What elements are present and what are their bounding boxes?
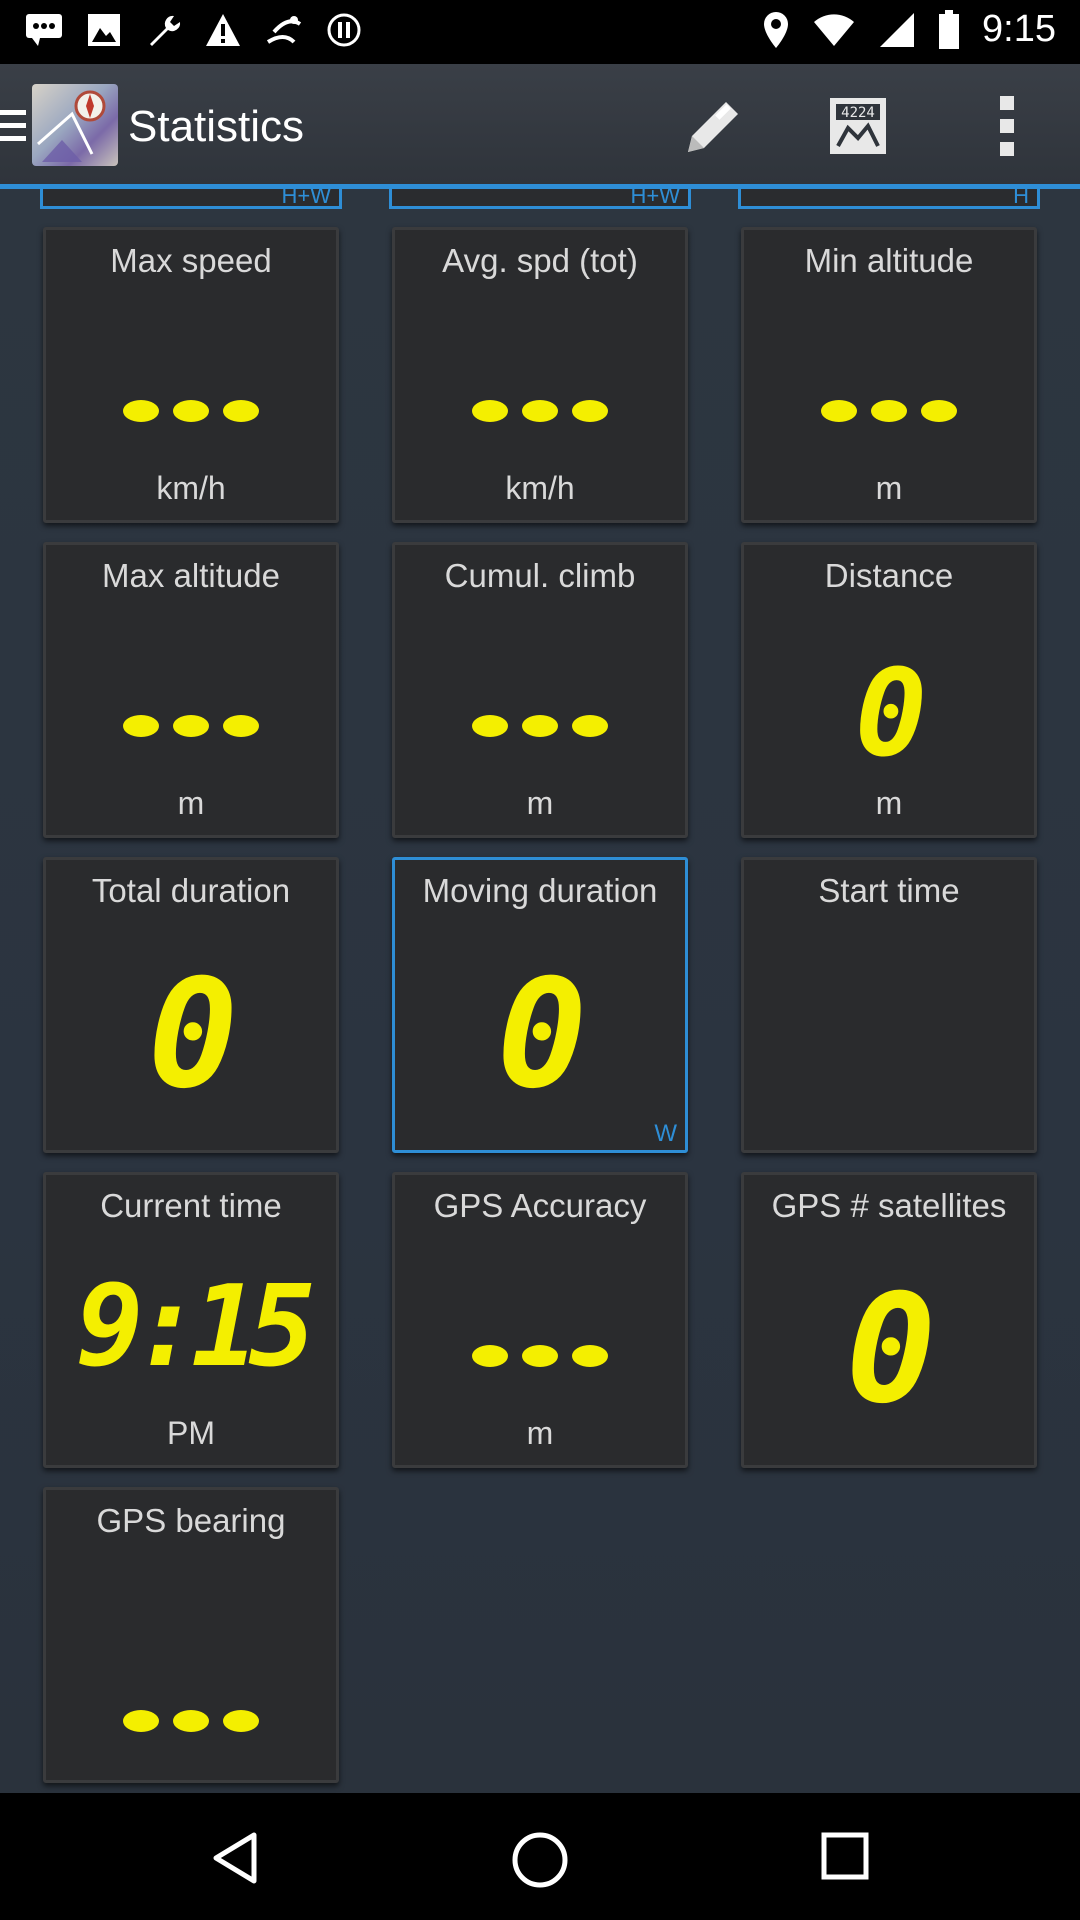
app-logo[interactable]	[32, 84, 118, 166]
no-value-dots	[395, 400, 685, 422]
tile-tag: H+W	[630, 189, 681, 208]
tile-total-duration[interactable]: Total duration 0	[43, 857, 339, 1153]
no-value-dots	[395, 715, 685, 737]
tile-label: Avg. spd (tot)	[442, 242, 638, 279]
tile-label: Min altitude	[804, 242, 974, 279]
wifi-icon	[814, 13, 855, 46]
partial-tile-top[interactable]: H+W	[389, 189, 691, 209]
partial-tile-top[interactable]: H+W	[40, 189, 342, 209]
no-value-dots	[46, 1710, 336, 1732]
tile-tag: H+W	[281, 189, 332, 208]
tile-value: 9:15	[76, 1262, 316, 1392]
tile-label: Current time	[100, 1187, 282, 1224]
tile-unit: km/h	[156, 470, 226, 506]
message-icon	[26, 14, 62, 46]
tile-start-time[interactable]: Start time	[741, 857, 1037, 1153]
system-navigation-bar	[0, 1793, 1080, 1920]
tile-label: Max altitude	[102, 557, 280, 594]
edit-pencil-icon[interactable]	[676, 92, 748, 164]
no-value-dots	[46, 715, 336, 737]
satellite-icon	[266, 16, 302, 44]
status-time: 9:15	[982, 8, 1056, 50]
tile-gps-accuracy[interactable]: GPS Accuracy m	[392, 1172, 688, 1468]
tile-unit: m	[526, 785, 554, 821]
tile-unit: m	[875, 785, 903, 821]
tile-max-altitude[interactable]: Max altitude m	[43, 542, 339, 838]
tile-distance[interactable]: Distance 0 m	[741, 542, 1037, 838]
tile-gps-satellites[interactable]: GPS # satellites 0	[741, 1172, 1037, 1468]
tile-label: Max speed	[110, 242, 272, 279]
location-pin-icon	[764, 11, 789, 48]
warning-icon	[206, 14, 240, 46]
tile-label: Total duration	[91, 872, 291, 909]
tile-tag: H	[1013, 189, 1029, 208]
home-icon[interactable]	[511, 1831, 569, 1889]
partial-tile-top[interactable]: H	[738, 189, 1040, 209]
tile-unit: PM	[167, 1415, 215, 1451]
battery-icon	[939, 9, 960, 49]
tile-value: 0	[845, 1263, 936, 1437]
tile-label: Cumul. climb	[444, 557, 636, 594]
tile-unit: m	[177, 785, 205, 821]
page-title: Statistics	[128, 102, 305, 151]
app-bar: Statistics 4224	[0, 64, 1080, 184]
tile-moving-duration[interactable]: Moving duration 0 W	[392, 857, 688, 1153]
no-value-dots	[744, 400, 1034, 422]
data-icon	[327, 13, 361, 47]
signal-icon	[880, 12, 915, 47]
tile-label: GPS # satellites	[771, 1187, 1007, 1224]
tile-gps-bearing[interactable]: GPS bearing	[43, 1487, 339, 1783]
svg-text:4224: 4224	[841, 105, 875, 121]
tile-unit: km/h	[505, 470, 575, 506]
recents-icon[interactable]	[820, 1831, 870, 1881]
tile-cumul-climb[interactable]: Cumul. climb m	[392, 542, 688, 838]
back-icon[interactable]	[210, 1831, 260, 1885]
tile-label: GPS Accuracy	[433, 1187, 647, 1224]
tile-min-altitude[interactable]: Min altitude m	[741, 227, 1037, 523]
tile-tag: W	[654, 1120, 677, 1147]
tile-label: Distance	[824, 557, 954, 594]
drawer-menu-icon[interactable]	[0, 106, 30, 146]
wrench-icon	[150, 15, 181, 46]
tile-label: Moving duration	[422, 872, 658, 909]
tile-label: GPS bearing	[96, 1502, 286, 1539]
no-value-dots	[46, 400, 336, 422]
tile-label: Start time	[818, 872, 960, 909]
tile-value: 0	[496, 948, 587, 1122]
tile-avg-speed[interactable]: Avg. spd (tot) km/h	[392, 227, 688, 523]
tile-unit: m	[526, 1415, 554, 1451]
tile-max-speed[interactable]: Max speed km/h	[43, 227, 339, 523]
overflow-menu-icon[interactable]	[988, 92, 1028, 160]
no-value-dots	[395, 1345, 685, 1367]
tile-value: 0	[147, 948, 238, 1122]
tile-current-time[interactable]: Current time 9:15 PM	[43, 1172, 339, 1468]
image-icon	[88, 14, 120, 46]
statistics-grid[interactable]: H+W H+W H Max speed km/h Avg. spd (tot) …	[0, 189, 1080, 1793]
status-bar: 9:15	[0, 0, 1080, 64]
calculator-display-icon[interactable]: 4224	[824, 92, 892, 160]
tile-unit: m	[875, 470, 903, 506]
tile-value: 0	[854, 645, 927, 784]
